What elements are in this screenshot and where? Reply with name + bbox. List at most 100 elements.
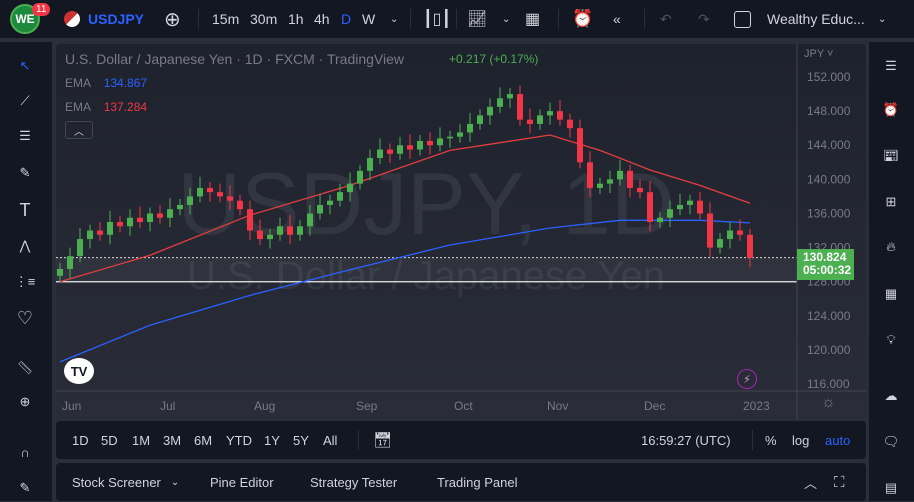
text-icon[interactable]: T bbox=[11, 196, 39, 224]
candle-body bbox=[647, 192, 653, 223]
alarm-clock-icon[interactable]: ⏰ bbox=[877, 96, 905, 124]
chevron-up-icon[interactable]: ︿ bbox=[804, 463, 817, 501]
calendar-icon[interactable]: ▦ bbox=[877, 280, 905, 308]
tradingview-logo[interactable]: TV bbox=[64, 358, 94, 384]
messages-icon[interactable]: ▤ bbox=[877, 474, 905, 502]
range-all[interactable]: All bbox=[323, 421, 337, 459]
ruler-icon[interactable]: 📏︎ bbox=[11, 354, 39, 382]
ema-legend-2[interactable]: EMA 137.284 bbox=[65, 100, 147, 114]
maximize-icon[interactable]: ⛶ bbox=[834, 463, 845, 501]
hotlist-fire-icon[interactable]: 🔥︎ bbox=[877, 233, 905, 261]
undo-icon[interactable]: ↶ bbox=[660, 0, 672, 38]
trendline-icon[interactable]: ⟋ bbox=[11, 87, 39, 115]
chart-canvas[interactable]: USDJPY, 1D U.S. Dollar / Japanese Yen 15… bbox=[56, 44, 866, 419]
add-symbol-button[interactable]: ⊕ bbox=[164, 0, 181, 38]
interval-15m[interactable]: 15m bbox=[212, 0, 239, 38]
interval-4h[interactable]: 4h bbox=[314, 0, 330, 38]
candle bbox=[97, 222, 103, 241]
chevron-down-icon[interactable]: ⌄ bbox=[390, 0, 398, 38]
symbol-search[interactable]: USDJPY bbox=[64, 0, 144, 38]
chevron-down-icon[interactable]: ⌄ bbox=[502, 0, 510, 38]
redo-icon[interactable]: ↷ bbox=[698, 0, 710, 38]
candle bbox=[497, 87, 503, 113]
range-6m[interactable]: 6M bbox=[194, 421, 212, 459]
avatar[interactable]: WE 11 bbox=[10, 0, 51, 38]
range-ytd[interactable]: YTD bbox=[226, 421, 252, 459]
replay-icon[interactable]: « bbox=[613, 0, 621, 38]
range-5y[interactable]: 5Y bbox=[293, 421, 309, 459]
magnet-icon[interactable]: ∩ bbox=[11, 438, 39, 466]
candle bbox=[557, 100, 563, 126]
tab-pine-editor[interactable]: Pine Editor bbox=[210, 463, 274, 501]
candle-body bbox=[227, 196, 233, 201]
range-1d[interactable]: 1D bbox=[72, 421, 89, 459]
cursor-icon[interactable]: ↖ bbox=[11, 52, 39, 80]
price-tick-label: 116.000 bbox=[807, 377, 850, 391]
lock-drawing-icon[interactable]: ✎ bbox=[11, 474, 39, 502]
interval-1h[interactable]: 1h bbox=[288, 0, 304, 38]
clock-timezone[interactable]: 16:59:27 (UTC) bbox=[641, 421, 731, 459]
ideas-lightbulb-icon[interactable]: 💡︎ bbox=[877, 326, 905, 354]
interval-w[interactable]: W bbox=[362, 0, 375, 38]
price-tick-label: 136.000 bbox=[807, 206, 851, 220]
brush-icon[interactable]: ✎ bbox=[11, 159, 39, 187]
go-to-date-icon[interactable]: 📅︎ bbox=[373, 421, 392, 459]
percent-toggle[interactable]: % bbox=[765, 421, 777, 459]
candles-icon[interactable]: ┃▯┃ bbox=[423, 0, 451, 38]
candle-body bbox=[447, 136, 453, 139]
candle-body bbox=[747, 234, 753, 258]
prediction-icon[interactable]: ⋮≡ bbox=[11, 268, 39, 296]
layout-name[interactable]: Wealthy Educ... bbox=[767, 0, 865, 38]
chats-icon[interactable]: 🗨︎ bbox=[877, 428, 905, 456]
watermark-symbol: USDJPY, 1D bbox=[177, 154, 674, 253]
candle bbox=[527, 108, 533, 134]
candle-body bbox=[247, 209, 253, 231]
alarm-add-icon[interactable]: ⏰ bbox=[572, 0, 593, 38]
tab-strategy-tester[interactable]: Strategy Tester bbox=[310, 463, 397, 501]
lightning-icon[interactable]: ⚡︎ bbox=[737, 369, 757, 389]
candle-body bbox=[197, 187, 203, 197]
checkbox-icon[interactable] bbox=[734, 0, 751, 38]
candle-body bbox=[377, 149, 383, 159]
candle-body bbox=[337, 192, 343, 201]
ema-value: 137.284 bbox=[103, 100, 148, 114]
currency-selector[interactable]: JPY ˅ bbox=[804, 48, 833, 60]
heart-icon[interactable]: ♡ bbox=[11, 304, 39, 332]
add-list-icon[interactable]: ⊞ bbox=[877, 188, 905, 216]
candle-body bbox=[167, 209, 173, 218]
candle bbox=[507, 88, 513, 108]
candle-body bbox=[327, 200, 333, 205]
ema-legend-1[interactable]: EMA 134.867 bbox=[65, 76, 147, 90]
chart-title: U.S. Dollar / Japanese Yen · 1D · FXCM ·… bbox=[65, 51, 405, 67]
interval-30m[interactable]: 30m bbox=[250, 0, 277, 38]
candle-body bbox=[477, 115, 483, 124]
layout-grid-icon[interactable]: ▦ bbox=[525, 0, 540, 38]
range-1y[interactable]: 1Y bbox=[264, 421, 280, 459]
chevron-down-icon[interactable]: ⌄ bbox=[878, 0, 886, 38]
range-5d[interactable]: 5D bbox=[101, 421, 118, 459]
zoom-in-icon[interactable]: ⊕ bbox=[11, 388, 39, 416]
collapse-legend-button[interactable]: ︿ bbox=[65, 121, 93, 139]
interval-d[interactable]: D bbox=[341, 0, 351, 38]
watchlist-icon[interactable]: ☰ bbox=[877, 52, 905, 80]
candle bbox=[117, 216, 123, 233]
settings-gear-icon[interactable]: ☼ bbox=[821, 394, 836, 412]
range-1m[interactable]: 1M bbox=[132, 421, 150, 459]
chat-cloud-icon[interactable]: ☁ bbox=[877, 382, 905, 410]
tab-trading-panel[interactable]: Trading Panel bbox=[437, 463, 517, 501]
candle-body bbox=[107, 222, 113, 235]
log-toggle[interactable]: log bbox=[792, 421, 809, 459]
pattern-icon[interactable]: ⋀ bbox=[11, 232, 39, 260]
news-icon[interactable]: 📰︎ bbox=[877, 142, 905, 170]
fib-icon[interactable]: ☰ bbox=[11, 122, 39, 150]
range-3m[interactable]: 3M bbox=[163, 421, 181, 459]
candle-body bbox=[267, 234, 273, 240]
tab-stock-screener[interactable]: Stock Screener ⌄ bbox=[72, 463, 179, 501]
chart-pane[interactable]: USDJPY, 1D U.S. Dollar / Japanese Yen 15… bbox=[56, 44, 866, 419]
candle-body bbox=[497, 98, 503, 107]
candle-body bbox=[317, 204, 323, 214]
indicators-icon[interactable]: 📈︎ bbox=[467, 0, 487, 38]
candle-body bbox=[427, 140, 433, 146]
auto-toggle[interactable]: auto bbox=[825, 421, 850, 459]
last-price-label: 130.824 05:00:32 bbox=[797, 249, 854, 280]
